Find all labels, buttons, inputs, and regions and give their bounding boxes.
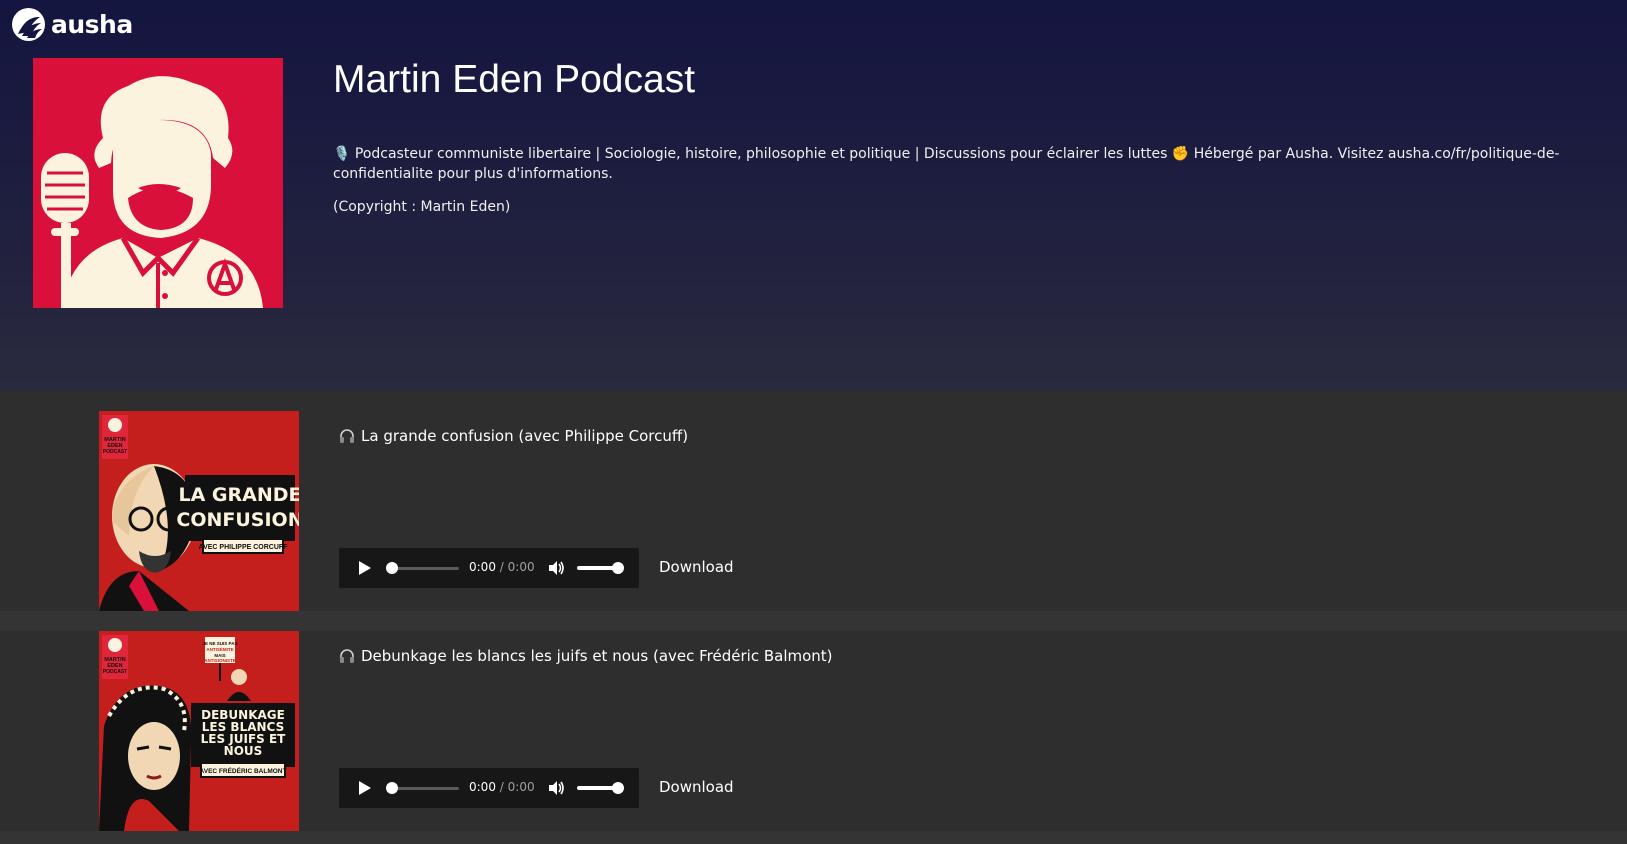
seek-handle[interactable] <box>386 562 398 574</box>
volume-handle[interactable] <box>612 562 624 574</box>
seek-handle[interactable] <box>386 782 398 794</box>
episode-artwork: MARTIN EDEN PODCAST JE NE SUIS PAS ANTIS… <box>99 631 299 831</box>
svg-text:PODCAST: PODCAST <box>103 449 127 455</box>
podcast-description: 🎙️ Podcasteur communiste libertaire | So… <box>333 146 1560 182</box>
svg-text:ANTISIONISTE: ANTISIONISTE <box>204 658 236 663</box>
ausha-logo-icon <box>12 7 45 41</box>
episode-title[interactable]: Debunkage les blancs les juifs et nous (… <box>339 647 833 665</box>
audio-player[interactable]: 0:00 / 0:00 <box>339 548 639 588</box>
podcast-copyright: (Copyright : Martin Eden) <box>333 199 511 215</box>
svg-text:PODCAST: PODCAST <box>103 669 127 675</box>
episode-title-text: Debunkage les blancs les juifs et nous (… <box>361 647 833 665</box>
time-display: 0:00 / 0:00 <box>469 560 535 574</box>
headphones-icon <box>340 429 354 443</box>
episode-divider <box>0 611 1627 631</box>
download-link[interactable]: Download <box>659 778 734 796</box>
current-time: 0:00 <box>469 780 496 794</box>
episode-item: MARTIN EDEN PODCAST LA GRANDE CONFUSION … <box>0 411 1627 611</box>
page-title: Martin Eden Podcast <box>333 58 696 101</box>
episode-artwork: MARTIN EDEN PODCAST LA GRANDE CONFUSION … <box>99 411 299 611</box>
audio-player[interactable]: 0:00 / 0:00 <box>339 768 639 808</box>
seek-bar[interactable] <box>391 787 459 790</box>
current-time: 0:00 <box>469 560 496 574</box>
episode-art-title-line1: LA GRANDE <box>178 484 299 506</box>
svg-text:JE NE SUIS PAS: JE NE SUIS PAS <box>203 641 238 646</box>
volume-handle[interactable] <box>612 782 624 794</box>
brand[interactable]: ausha <box>12 6 133 42</box>
duration: 0:00 <box>507 780 535 794</box>
play-button[interactable] <box>355 779 373 797</box>
podcast-header: ausha Martin Eden Podcast 🎙️ Podcasteur … <box>0 0 1627 391</box>
download-link[interactable]: Download <box>659 558 734 576</box>
svg-text:NOUS: NOUS <box>224 744 263 758</box>
episode-item: MARTIN EDEN PODCAST JE NE SUIS PAS ANTIS… <box>0 631 1627 831</box>
time-display: 0:00 / 0:00 <box>469 780 535 794</box>
episode-art-title-line2: CONFUSION <box>176 509 299 531</box>
episode-divider <box>0 831 1627 844</box>
time-separator: / <box>499 780 504 794</box>
duration: 0:00 <box>507 560 535 574</box>
play-button[interactable] <box>355 559 373 577</box>
episode-art-subtitle: AVEC FRÉDÉRIC BALMONT <box>200 766 287 775</box>
episode-title[interactable]: La grande confusion (avec Philippe Corcu… <box>339 427 688 445</box>
episode-art-subtitle: AVEC PHILIPPE CORCUFF <box>199 544 289 551</box>
brand-name: ausha <box>51 9 133 39</box>
volume-icon[interactable] <box>547 559 565 577</box>
svg-text:ANTISÉMITE: ANTISÉMITE <box>206 645 233 652</box>
volume-icon[interactable] <box>547 779 565 797</box>
podcast-cover <box>33 58 283 308</box>
time-separator: / <box>499 560 504 574</box>
headphones-icon <box>340 649 354 663</box>
seek-bar[interactable] <box>391 567 459 570</box>
episode-title-text: La grande confusion (avec Philippe Corcu… <box>361 427 689 445</box>
